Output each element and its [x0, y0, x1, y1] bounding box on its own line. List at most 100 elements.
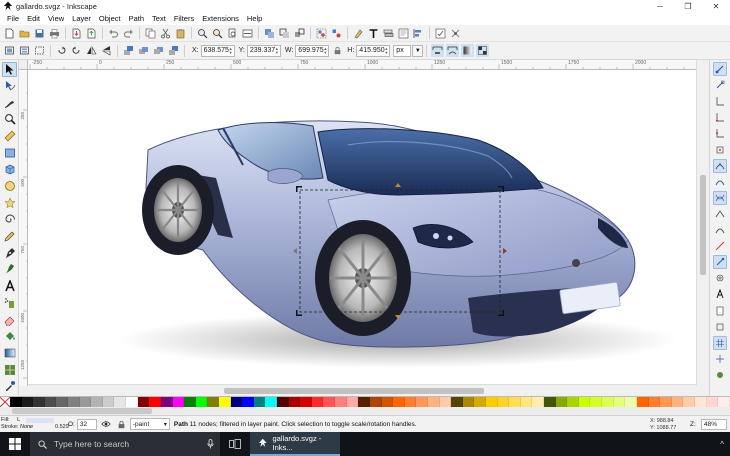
unit-select[interactable]: px	[393, 44, 412, 57]
snap-guides[interactable]	[713, 352, 727, 366]
taskbar-inkscape-app[interactable]: gallardo.svgz - Inks...	[250, 432, 340, 456]
palette-swatch[interactable]	[544, 397, 556, 407]
palette-swatch[interactable]	[288, 397, 301, 407]
horizontal-scrollbar[interactable]	[28, 384, 696, 396]
snap-bbox-edges[interactable]	[713, 94, 727, 108]
vertical-ruler[interactable]: 250 500 750 1000 1250	[19, 70, 28, 386]
taskbar-search-box[interactable]: Type here to search	[30, 432, 220, 456]
cut-button[interactable]	[159, 27, 172, 40]
palette-swatch[interactable]	[172, 397, 185, 407]
palette-swatch[interactable]	[265, 397, 278, 407]
palette-swatch[interactable]	[21, 397, 34, 407]
3d-box-tool[interactable]	[2, 162, 17, 177]
menu-path[interactable]: Path	[125, 14, 148, 23]
palette-swatch[interactable]	[149, 397, 161, 407]
palette-swatch[interactable]	[56, 397, 69, 407]
rectangle-tool[interactable]	[2, 145, 17, 160]
pencil-tool[interactable]	[2, 229, 17, 244]
snap-line-midpoints[interactable]	[713, 239, 727, 253]
ellipse-tool[interactable]	[2, 179, 17, 194]
select-all-button[interactable]	[3, 44, 16, 57]
snap-smooth-nodes[interactable]	[713, 223, 727, 237]
lower-button[interactable]	[152, 44, 165, 57]
menu-text[interactable]: Text	[148, 14, 170, 23]
palette-swatch[interactable]	[451, 397, 463, 407]
scale-stroke-button[interactable]	[431, 44, 445, 57]
snap-nodes[interactable]	[713, 158, 727, 173]
export-button[interactable]	[85, 27, 98, 40]
unlink-clone-button[interactable]	[293, 27, 306, 40]
palette-swatch[interactable]	[602, 397, 614, 407]
vertical-scrollbar-thumb[interactable]	[700, 175, 706, 275]
horizontal-scrollbar-thumb[interactable]	[224, 388, 484, 394]
palette-swatch[interactable]	[694, 397, 707, 407]
rotate-ccw-button[interactable]	[55, 44, 68, 57]
lower-to-bottom-button[interactable]	[167, 44, 180, 57]
gradient-tool[interactable]	[2, 345, 17, 360]
spiral-tool[interactable]	[2, 212, 17, 227]
opacity-field[interactable]: 32	[76, 418, 97, 430]
task-view-button[interactable]	[220, 432, 250, 456]
text-font-button[interactable]	[367, 27, 380, 40]
layer-visibility-toggle[interactable]	[101, 419, 112, 430]
microphone-icon[interactable]	[207, 439, 214, 449]
menu-help[interactable]: Help	[243, 14, 266, 23]
palette-swatch[interactable]	[277, 397, 289, 407]
palette-swatch[interactable]	[311, 397, 324, 407]
snap-bbox-corners[interactable]	[713, 110, 727, 124]
palette-swatch[interactable]	[44, 397, 57, 407]
x-field[interactable]: 638.575 ▲ ▼	[200, 44, 235, 57]
palette-swatch[interactable]	[485, 397, 498, 407]
palette-swatch[interactable]	[706, 397, 719, 407]
fill-swatch[interactable]	[26, 417, 54, 423]
tweak-tool[interactable]	[2, 95, 17, 110]
palette-swatch[interactable]	[555, 397, 568, 407]
zoom-field[interactable]: 48%	[701, 419, 727, 430]
palette-swatch[interactable]	[381, 397, 394, 407]
snap-text-baseline[interactable]	[713, 287, 727, 301]
palette-swatch[interactable]	[253, 397, 266, 407]
snap-paths[interactable]	[713, 175, 727, 189]
palette-swatch[interactable]	[207, 397, 219, 407]
palette-swatch[interactable]	[300, 397, 312, 407]
preferences-button[interactable]	[434, 27, 447, 40]
deselect-button[interactable]	[33, 44, 46, 57]
mesh-tool[interactable]	[2, 362, 17, 377]
start-button[interactable]	[0, 432, 30, 456]
palette-swatch[interactable]	[102, 397, 115, 407]
print-button[interactable]	[48, 27, 61, 40]
snap-page-border[interactable]	[713, 304, 727, 318]
align-distribute-button[interactable]	[412, 27, 425, 40]
lock-aspect-button[interactable]	[332, 45, 343, 56]
snap-intersections[interactable]	[713, 190, 727, 205]
menu-object[interactable]: Object	[95, 14, 125, 23]
stroke-width-value[interactable]: 0.529	[55, 424, 69, 431]
palette-swatch[interactable]	[393, 397, 405, 407]
height-spinner[interactable]: ▲ ▼	[384, 46, 388, 56]
no-paint-swatch[interactable]	[0, 396, 11, 408]
menu-extensions[interactable]: Extensions	[198, 14, 243, 23]
horizontal-ruler[interactable]: -250 0 250 500 750 1000 1250 1500 1750 2…	[28, 60, 696, 70]
palette-swatch[interactable]	[416, 397, 428, 407]
new-document-button[interactable]	[3, 27, 16, 40]
zoom-selection-button[interactable]	[196, 27, 209, 40]
move-patterns-button[interactable]	[476, 44, 490, 57]
palette-swatch[interactable]	[79, 397, 92, 407]
palette-swatch[interactable]	[718, 397, 730, 407]
palette-swatch[interactable]	[520, 397, 533, 407]
raise-to-top-button[interactable]	[122, 44, 135, 57]
fill-stroke-indicator[interactable]: Fill: L Stroke: None 0.529	[0, 416, 69, 433]
palette-swatch[interactable]	[358, 397, 370, 407]
layers-button[interactable]	[382, 27, 395, 40]
snap-bbox-centers[interactable]	[713, 143, 727, 157]
snap-cusp-nodes[interactable]	[713, 207, 727, 221]
menu-edit[interactable]: Edit	[23, 14, 44, 23]
undo-button[interactable]	[107, 27, 120, 40]
palette-swatch[interactable]	[91, 397, 103, 407]
palette-swatch[interactable]	[218, 397, 231, 407]
tray-chevron-icon[interactable]: ^	[720, 440, 724, 449]
redo-button[interactable]	[122, 27, 135, 40]
menu-layer[interactable]: Layer	[68, 14, 95, 23]
ungroup-button[interactable]	[330, 27, 343, 40]
snap-object-centers[interactable]	[713, 271, 727, 285]
